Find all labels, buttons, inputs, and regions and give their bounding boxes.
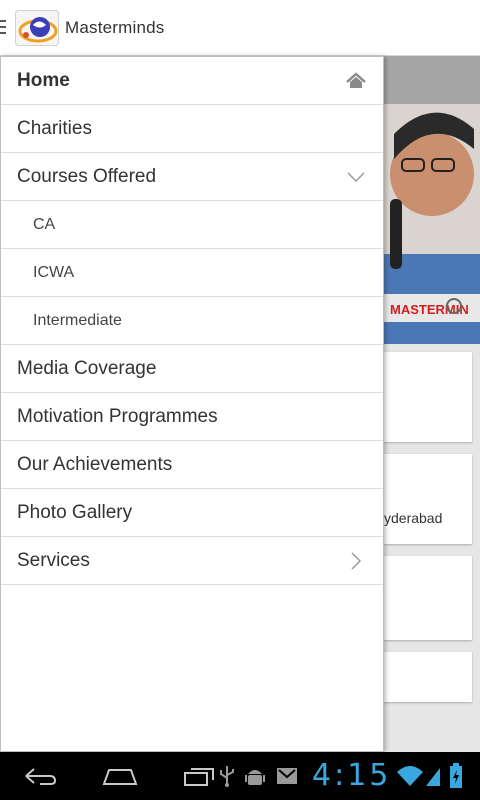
navigation-drawer: Home Charities Courses Offered CA ICWA I…	[0, 56, 384, 752]
menu-item-photo-gallery[interactable]: Photo Gallery	[1, 489, 383, 537]
back-icon[interactable]	[22, 764, 58, 788]
menu-item-label: Courses Offered	[17, 165, 157, 187]
menu-item-courses-offered[interactable]: Courses Offered	[1, 153, 383, 201]
content-card[interactable]	[384, 556, 472, 640]
chevron-down-icon	[345, 167, 367, 187]
clock: 4:15	[312, 758, 392, 793]
menu-item-label: Charities	[17, 117, 92, 139]
chevron-right-icon	[345, 551, 367, 571]
card-text: yderabad	[384, 510, 443, 526]
menu-item-our-achievements[interactable]: Our Achievements	[1, 441, 383, 489]
drawer-menu: Home Charities Courses Offered CA ICWA I…	[1, 57, 383, 585]
recent-apps-icon[interactable]	[182, 764, 218, 788]
battery-icon	[450, 763, 462, 788]
system-nav-bar: 4:15	[0, 752, 480, 800]
signal-icon	[426, 768, 440, 786]
menu-item-label: Home	[17, 69, 70, 91]
usb-icon	[220, 766, 234, 787]
menu-item-media-coverage[interactable]: Media Coverage	[1, 345, 383, 393]
app-title: Masterminds	[65, 18, 165, 37]
menu-item-services[interactable]: Services	[1, 537, 383, 585]
menu-item-label: CA	[33, 215, 56, 233]
home-nav-icon[interactable]	[100, 764, 140, 788]
menu-item-ca[interactable]: CA	[1, 201, 383, 249]
menu-item-charities[interactable]: Charities	[1, 105, 383, 153]
content-card[interactable]	[384, 352, 472, 442]
content-card[interactable]: yderabad	[384, 454, 472, 544]
menu-item-motivation-programmes[interactable]: Motivation Programmes	[1, 393, 383, 441]
menu-item-label: Photo Gallery	[17, 501, 133, 523]
gmail-icon	[277, 768, 297, 784]
menu-item-label: Intermediate	[33, 311, 122, 329]
svg-text:MASTERMIN: MASTERMIN	[390, 302, 469, 317]
menu-icon[interactable]	[0, 20, 6, 36]
menu-item-label: Motivation Programmes	[17, 405, 218, 427]
menu-item-label: Media Coverage	[17, 357, 157, 379]
app-logo[interactable]	[15, 10, 59, 46]
banner-image: MASTERMIN	[384, 104, 480, 344]
menu-item-label: Services	[17, 549, 90, 571]
wifi-icon	[397, 766, 423, 786]
app-bar: Masterminds	[0, 0, 480, 56]
menu-item-label: Our Achievements	[17, 453, 173, 475]
menu-item-label: ICWA	[33, 263, 75, 281]
menu-item-home[interactable]: Home	[1, 57, 383, 105]
menu-item-icwa[interactable]: ICWA	[1, 249, 383, 297]
content-card[interactable]	[384, 652, 472, 702]
home-icon	[345, 71, 367, 91]
menu-item-intermediate[interactable]: Intermediate	[1, 297, 383, 345]
android-debug-icon	[245, 770, 265, 785]
